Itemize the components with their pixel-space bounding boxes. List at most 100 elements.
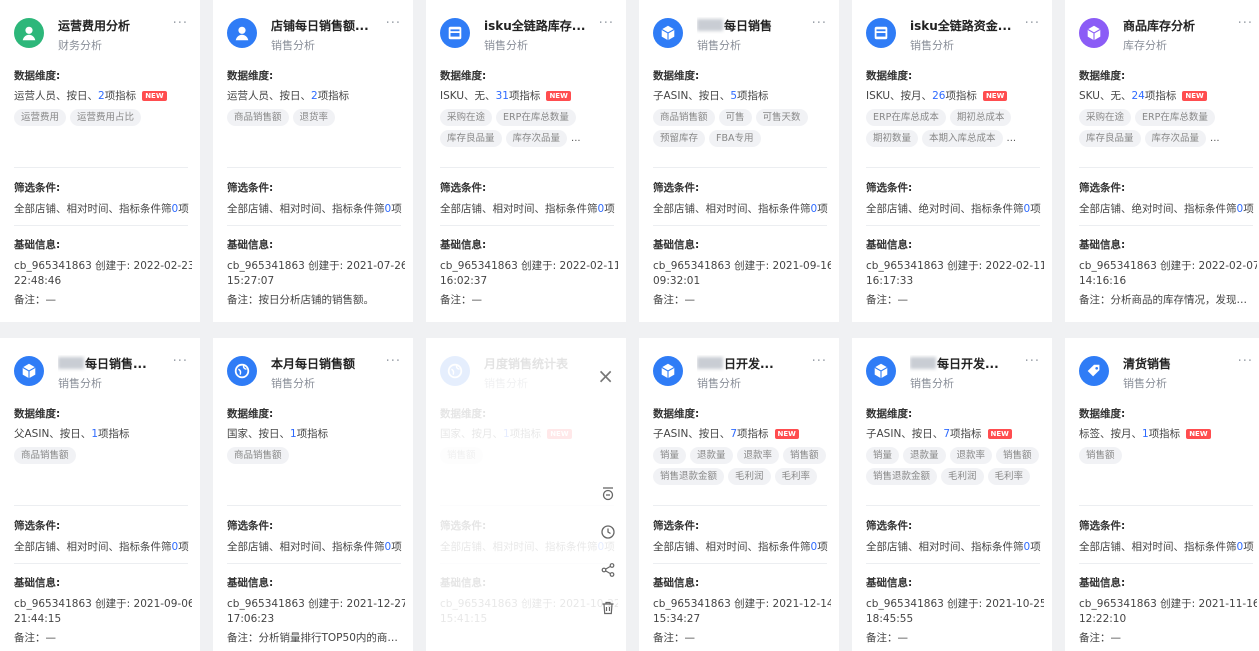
more-options-icon[interactable]: ··· [386, 354, 401, 369]
card-category: 销售分析 [910, 39, 954, 52]
dimension-value: 父ASIN、按日、1项指标 [14, 426, 192, 441]
card-body: 日开发... 销售分析 ··· 数据维度: 子ASIN、按日、7项指标 NEW 销量 退款量退… [639, 338, 839, 644]
report-card[interactable]: isku全链路资金... 销售分析 ··· 数据维度: ISKU、按月、26项指标 NEW… [852, 0, 1052, 322]
filter-value: 全部店铺、相对时间、指标条件筛0项 [227, 539, 405, 554]
card-title[interactable]: 商品库存分析 [1123, 17, 1233, 34]
new-badge: NEW [774, 429, 799, 439]
dimension-label: 数据维度: [866, 70, 913, 82]
card-title[interactable]: 每日销售... [58, 355, 168, 372]
metric-tag: 销售额 [1079, 447, 1122, 464]
card-title[interactable]: 店铺每日销售额... [271, 17, 381, 34]
more-options-icon[interactable]: ··· [173, 354, 188, 369]
clock-icon[interactable] [600, 524, 616, 540]
report-card[interactable]: 每日开发... 销售分析 ··· 数据维度: 子ASIN、按日、7项指标 NEW 销量 退款量… [852, 338, 1052, 651]
card-title[interactable]: isku全链路资金... [910, 17, 1020, 34]
share-icon[interactable] [600, 562, 616, 578]
dimension-prefix: 父ASIN、按日、 [14, 428, 92, 440]
close-icon[interactable]: × [597, 366, 614, 386]
dimension-label: 数据维度: [440, 70, 487, 82]
created-date: 2021-09-06 [133, 598, 192, 610]
metric-tag: FBA专用 [709, 130, 761, 147]
card-title[interactable]: 清货销售 [1123, 355, 1233, 372]
report-card[interactable]: 商品库存分析 库存分析 ··· 数据维度: SKU、无、24项指标 NEW 采购在途 ERP在… [1065, 0, 1259, 322]
card-title-text: isku全链路资金... [910, 19, 1012, 33]
created-date: 2021-12-27 [346, 598, 405, 610]
metric-tags: 销量 退款量 退款率 销售额 销售退款金额 毛利润 毛利率 [866, 447, 1046, 485]
filter-prefix: 全部店铺、相对时间、指标条件筛 [440, 541, 598, 553]
metric-tag: 库存良品量 [440, 130, 502, 147]
metric-tag: 销售额 [996, 447, 1039, 464]
dimension-prefix: 子ASIN、按日、 [653, 428, 731, 440]
more-options-icon[interactable]: ··· [1238, 16, 1253, 31]
divider [866, 225, 1040, 226]
more-options-icon[interactable]: ··· [1025, 16, 1040, 31]
filter-value: 全部店铺、相对时间、指标条件筛0项 [14, 539, 192, 554]
card-body: 商品库存分析 库存分析 ··· 数据维度: SKU、无、24项指标 NEW 采购在途 ERP在… [1065, 0, 1259, 306]
card-body: 每日销售... 销售分析 ··· 数据维度: 父ASIN、按日、1项指标 商品销售额 筛选条… [0, 338, 200, 644]
card-category: 销售分析 [484, 39, 528, 52]
divider [440, 505, 614, 506]
divider [14, 563, 188, 564]
card-title-text: 本月每日销售额 [271, 357, 356, 371]
card-title[interactable]: 日开发... [697, 355, 807, 372]
creator-user: cb_965341863 [866, 260, 948, 272]
divider [653, 505, 827, 506]
card-title[interactable]: 运营费用分析 [58, 17, 168, 34]
new-badge: NEW [142, 91, 167, 101]
card-category: 销售分析 [484, 377, 528, 390]
more-options-icon[interactable]: ··· [1025, 354, 1040, 369]
card-title[interactable]: isku全链路库存... [484, 17, 594, 34]
metric-tag: 商品销售额 [653, 109, 715, 126]
more-options-icon[interactable]: ··· [812, 16, 827, 31]
blurred-text [58, 357, 84, 369]
card-title[interactable]: 本月每日销售额 [271, 355, 381, 372]
report-card[interactable]: 清货销售 销售分析 ··· 数据维度: 标签、按月、1项指标 NEW 销售额 筛选条件: 全部店… [1065, 338, 1259, 651]
report-card[interactable]: 月度销售统计表 销售分析 数据维度: 国家、按月、1项指标 NEW 销售额 筛选条件: 全部店… [426, 338, 626, 651]
new-badge: NEW [982, 91, 1008, 101]
card-title[interactable]: 每日销售 [697, 17, 807, 34]
delete-icon[interactable] [600, 600, 616, 616]
metric-tags: 商品销售额 退货率 [227, 109, 407, 126]
more-options-icon[interactable]: ··· [173, 16, 188, 31]
card-note: 备注：— [1079, 632, 1121, 644]
dimension-prefix: ISKU、按月、 [866, 90, 933, 102]
dimension-label: 数据维度: [653, 408, 700, 420]
metric-count: 26 [932, 90, 946, 102]
metric-count: 5 [730, 90, 737, 102]
more-options-icon[interactable]: ··· [386, 16, 401, 31]
metric-tag: ERP在库总数量 [1135, 109, 1215, 126]
pin-icon[interactable] [600, 486, 616, 502]
report-card[interactable]: 店铺每日销售额... 销售分析 ··· 数据维度: 运营人员、按日、2项指标 商品销售额退… [213, 0, 413, 322]
dimension-value: 子ASIN、按日、7项指标 NEW [866, 426, 1044, 441]
card-note: 备注：— [14, 294, 56, 306]
report-card[interactable]: 运营费用分析 财务分析 ··· 数据维度: 运营人员、按日、2项指标 NEW 运营费用 运营费… [0, 0, 200, 322]
report-card[interactable]: isku全链路库存... 销售分析 ··· 数据维度: ISKU、无、31项指标 NEW 采… [426, 0, 626, 322]
dimension-prefix: 子ASIN、按日、 [866, 428, 944, 440]
card-title[interactable]: 月度销售统计表 [484, 355, 594, 372]
card-body: isku全链路资金... 销售分析 ··· 数据维度: ISKU、按月、26项指标 NEW… [852, 0, 1052, 306]
more-options-icon[interactable]: ··· [812, 354, 827, 369]
report-card[interactable]: 日开发... 销售分析 ··· 数据维度: 子ASIN、按日、7项指标 NEW 销量 退款量退… [639, 338, 839, 651]
new-badge: NEW [546, 91, 571, 101]
report-card[interactable]: 每日销售... 销售分析 ··· 数据维度: 父ASIN、按日、1项指标 商品销售额 筛选条… [0, 338, 200, 651]
metric-tag: 退款量 [903, 447, 946, 464]
dimension-label: 数据维度: [14, 70, 61, 82]
card-header: 运营费用分析 财务分析 ··· [0, 0, 200, 60]
dimension-label: 数据维度: [1079, 70, 1126, 82]
metric-count: 31 [495, 90, 509, 102]
filter-suffix: 项 [1243, 541, 1254, 553]
dimension-label: 数据维度: [653, 70, 700, 82]
more-options-icon[interactable]: ··· [1238, 354, 1253, 369]
card-title[interactable]: 每日开发... [910, 355, 1020, 372]
globe-icon [227, 356, 257, 386]
filter-label: 筛选条件: [227, 182, 274, 194]
report-card[interactable]: 每日销售 销售分析 ··· 数据维度: 子ASIN、按日、5项指标 商品销售额 可售 可售天数… [639, 0, 839, 322]
dimension-suffix: 项指标 [104, 90, 137, 102]
more-options-icon[interactable]: ··· [599, 16, 614, 31]
report-card[interactable]: 本月每日销售额 销售分析 ··· 数据维度: 国家、按日、1项指标 商品销售额 筛选条件: 全… [213, 338, 413, 651]
metric-tag: 可售 [718, 109, 752, 126]
card-body: 月度销售统计表 销售分析 数据维度: 国家、按月、1项指标 NEW 销售额 筛选条件: 全部店… [426, 338, 626, 625]
card-header: isku全链路库存... 销售分析 ··· [426, 0, 626, 60]
filter-suffix: 项 [604, 203, 615, 215]
basic-info-label: 基础信息: [653, 577, 700, 589]
